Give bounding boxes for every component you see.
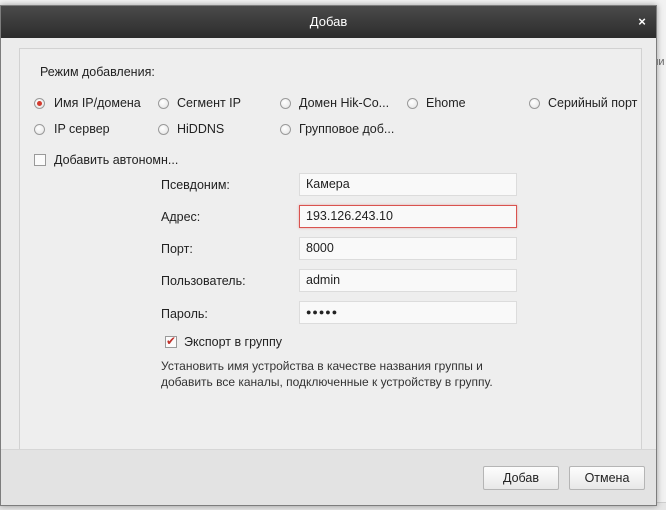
radio-hik-domain-label[interactable]: Домен Hik-Co...	[299, 96, 389, 110]
radio-batch-add[interactable]	[280, 124, 291, 135]
close-icon[interactable]: ×	[634, 6, 650, 38]
radio-ip-domain[interactable]	[34, 98, 45, 109]
radio-ip-segment-label[interactable]: Сегмент IP	[177, 96, 241, 110]
radio-hiddns[interactable]	[158, 124, 169, 135]
add-device-dialog: Добав × Режим добавления: Имя IP/домена …	[0, 5, 657, 506]
export-group-checkbox[interactable]	[165, 334, 177, 348]
add-mode-label: Режим добавления:	[40, 65, 155, 79]
radio-ip-segment[interactable]	[158, 98, 169, 109]
offline-add-checkbox[interactable]	[34, 154, 46, 166]
address-field[interactable]: 193.126.243.10	[299, 205, 517, 228]
radio-hik-domain[interactable]	[280, 98, 291, 109]
radio-ehome-label[interactable]: Ehome	[426, 96, 466, 110]
radio-ehome[interactable]	[407, 98, 418, 109]
offline-add-label[interactable]: Добавить автономн...	[54, 153, 178, 167]
radio-ip-server-label[interactable]: IP сервер	[54, 122, 110, 136]
address-label: Адрес:	[161, 210, 201, 224]
port-label: Порт:	[161, 242, 193, 256]
port-field[interactable]: 8000	[299, 237, 517, 260]
nickname-label: Псевдоним:	[161, 178, 230, 192]
dialog-title: Добав	[309, 14, 348, 29]
password-label: Пароль:	[161, 307, 208, 321]
dialog-content: Режим добавления: Имя IP/домена Сегмент …	[19, 48, 642, 452]
nickname-field[interactable]: Камера	[299, 173, 517, 196]
radio-ip-server[interactable]	[34, 124, 45, 135]
user-field[interactable]: admin	[299, 269, 517, 292]
export-group-label[interactable]: Экспорт в группу	[184, 335, 282, 349]
radio-serial-port[interactable]	[529, 98, 540, 109]
dialog-titlebar: Добав ×	[1, 6, 656, 38]
export-group-hint: Установить имя устройства в качестве наз…	[161, 359, 493, 389]
user-label: Пользователь:	[161, 274, 246, 288]
radio-hiddns-label[interactable]: HiDDNS	[177, 122, 224, 136]
radio-ip-domain-label[interactable]: Имя IP/домена	[54, 96, 141, 110]
dialog-footer: Добав Отмена	[1, 449, 656, 505]
password-field[interactable]: ●●●●●	[299, 301, 517, 324]
radio-serial-port-label[interactable]: Серийный порт	[548, 96, 637, 110]
add-button[interactable]: Добав	[483, 466, 559, 490]
cancel-button[interactable]: Отмена	[569, 466, 645, 490]
radio-batch-add-label[interactable]: Групповое доб...	[299, 122, 394, 136]
